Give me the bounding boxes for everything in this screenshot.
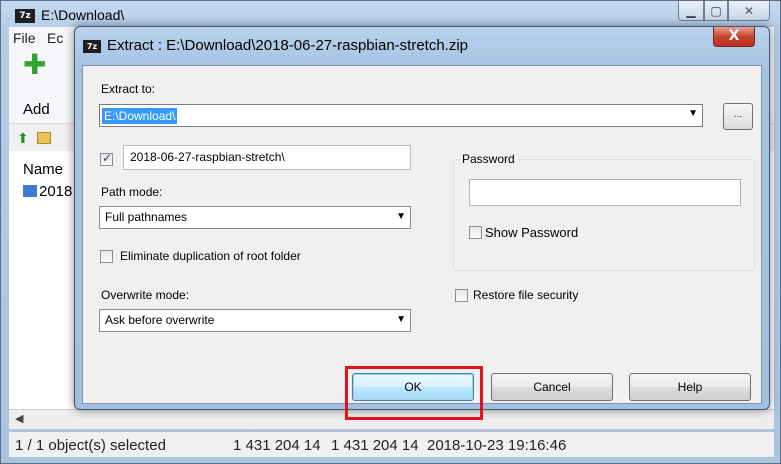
restore-security-label[interactable]: Restore file security [473,288,578,302]
seven-zip-icon: 7z [83,40,101,53]
add-button-label[interactable]: Add [23,101,50,118]
show-password-label[interactable]: Show Password [485,225,578,240]
status-packed: 1 431 204 14 [331,437,419,454]
restore-security-checkbox[interactable] [455,289,468,302]
chevron-down-icon[interactable]: ▼ [396,211,406,222]
caption-buttons: ▁ ▢ ✕ [678,1,770,21]
status-selected: 1 / 1 object(s) selected [15,437,166,454]
dialog-close-button[interactable]: X [713,27,755,47]
extract-dialog: 7z Extract : E:\Download\2018-06-27-rasp… [74,26,770,420]
browse-button[interactable]: ... [723,103,753,130]
extract-to-value[interactable]: E:\Download\ [102,108,178,124]
column-header-name[interactable]: Name [23,161,63,178]
password-field[interactable] [469,179,741,206]
dialog-title: Extract : E:\Download\2018-06-27-raspbia… [107,37,469,54]
help-button[interactable]: Help [629,373,751,401]
minimize-icon: ▁ [686,3,696,18]
overwrite-mode-select[interactable]: Ask before overwrite ▼ [99,309,411,332]
path-mode-select[interactable]: Full pathnames ▼ [99,206,411,229]
password-group-label: Password [459,152,518,166]
path-mode-label: Path mode: [101,185,163,199]
show-password-checkbox[interactable] [469,226,482,239]
extract-to-combobox[interactable]: E:\Download\ ▼ [99,104,703,127]
subfolder-field[interactable]: 2018-06-27-raspbian-stretch\ [123,145,411,170]
folder-icon[interactable] [37,132,51,144]
dialog-body: Extract to: E:\Download\ ▼ ... 2018-06-2… [82,65,762,420]
close-icon: X [728,28,740,44]
window-close-button[interactable]: ✕ [728,1,770,21]
status-bar: 1 / 1 object(s) selected 1 431 204 14 1 … [9,431,774,457]
file-manager-titlebar: 7z E:\Download\ ▁ ▢ ✕ [1,1,780,23]
maximize-icon: ▢ [710,3,722,18]
status-size: 1 431 204 14 [233,437,321,454]
password-group [453,159,755,271]
subfolder-checkbox[interactable] [100,151,113,166]
minimize-button[interactable]: ▁ [678,1,704,21]
overwrite-mode-label: Overwrite mode: [101,288,190,302]
scroll-left-icon[interactable]: ◀ [15,412,23,425]
eliminate-duplication-checkbox[interactable] [100,250,113,263]
file-manager-title: E:\Download\ [41,7,125,23]
list-item[interactable]: 2018 [39,183,72,200]
ok-button[interactable]: OK [352,373,474,401]
close-icon: ✕ [743,3,755,18]
extract-to-label: Extract to: [101,82,156,96]
chevron-down-icon[interactable]: ▼ [396,314,406,325]
archive-file-icon [23,185,37,197]
overwrite-mode-value: Ask before overwrite [105,313,215,327]
maximize-button[interactable]: ▢ [704,1,728,21]
chevron-down-icon[interactable]: ▼ [688,108,698,119]
menu-edit[interactable]: Ec [47,30,63,46]
cancel-button[interactable]: Cancel [491,373,613,401]
status-modified: 2018-10-23 19:16:46 [427,437,567,454]
seven-zip-icon: 7z [15,9,35,23]
up-folder-icon[interactable]: ⬆ [17,130,29,147]
menu-file[interactable]: File [13,30,36,46]
path-mode-value: Full pathnames [105,210,188,224]
eliminate-duplication-label[interactable]: Eliminate duplication of root folder [120,249,301,263]
add-icon[interactable]: ✚ [23,51,46,79]
